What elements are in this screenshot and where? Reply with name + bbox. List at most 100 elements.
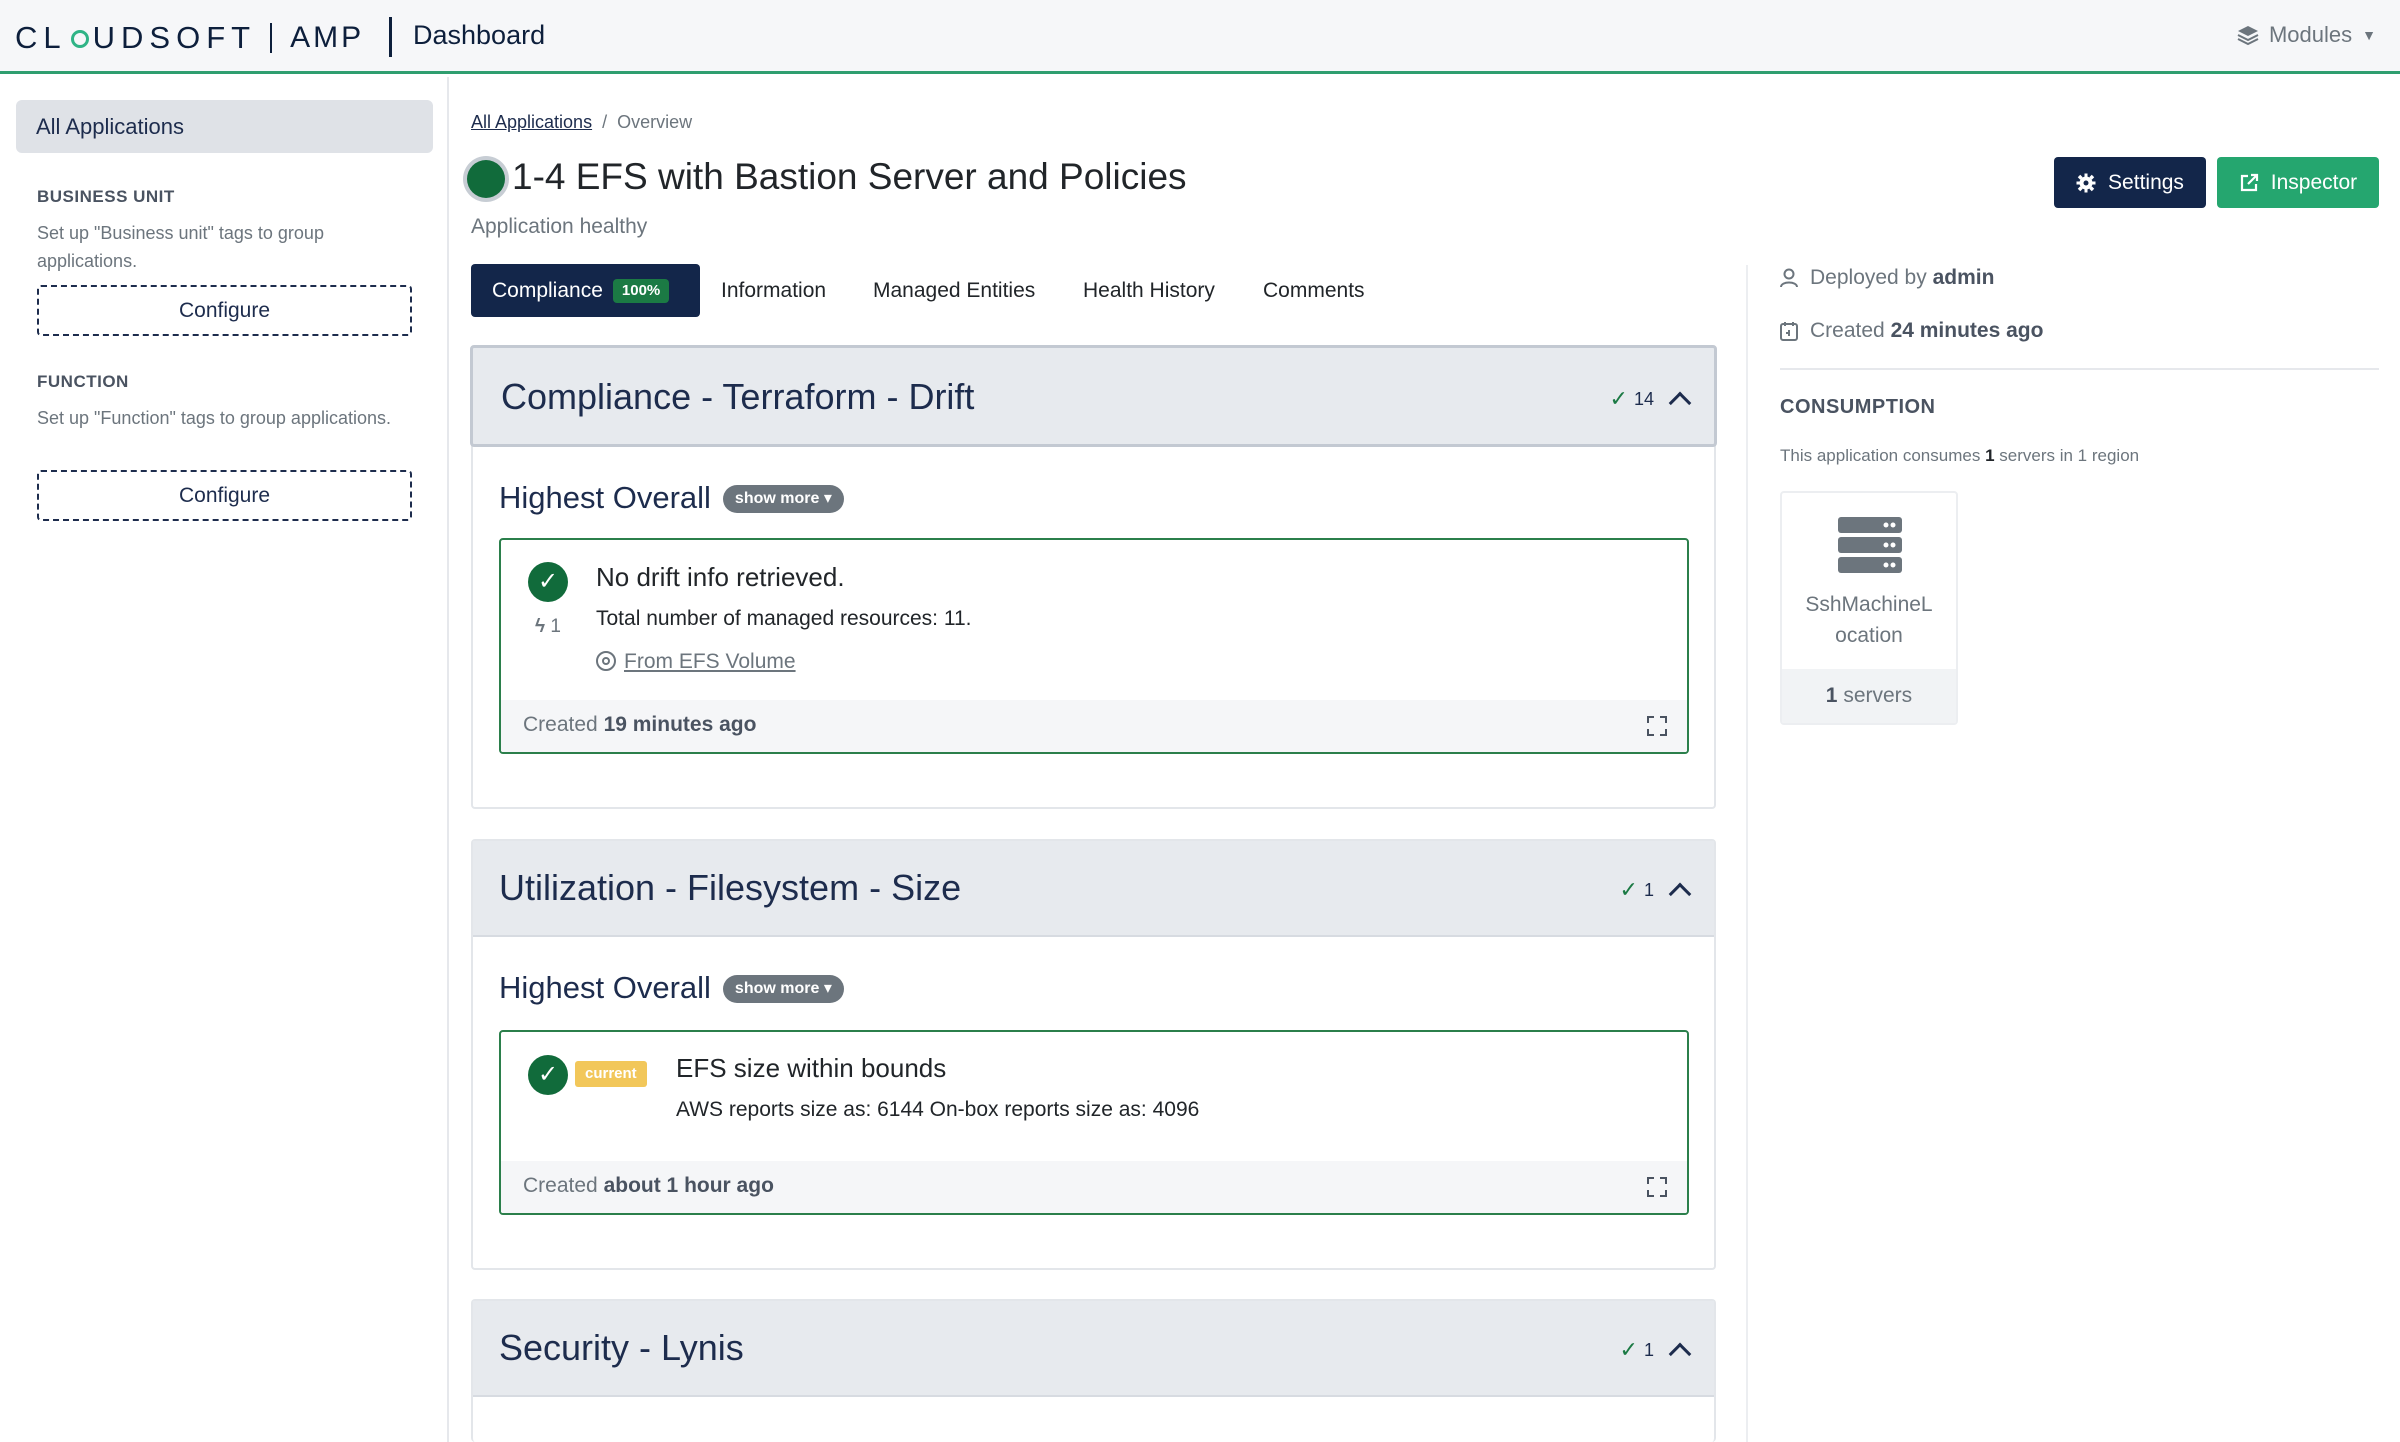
logo-product: AMP	[290, 21, 365, 54]
show-more-button[interactable]: show more ▾	[722, 485, 844, 513]
tab-compliance[interactable]: Compliance 100%	[471, 264, 700, 317]
event-count-value: 1	[550, 616, 561, 637]
status-indicator	[467, 160, 505, 198]
created-time: Created 24 minutes ago	[1780, 319, 2043, 343]
tab-comments[interactable]: Comments	[1263, 264, 1365, 317]
deployed-by-user: admin	[1932, 266, 1995, 289]
settings-label: Settings	[2108, 170, 2184, 194]
bolt-icon: ϟ	[535, 616, 546, 637]
panel-header[interactable]: Utilization - Filesystem - Size ✓ 1	[473, 841, 1714, 937]
inspector-button[interactable]: Inspector	[2217, 157, 2379, 208]
modules-dropdown[interactable]: Modules ▼	[2237, 22, 2376, 48]
card-text: AWS reports size as: 6144 On-box reports…	[676, 1098, 1200, 1121]
tab-compliance-label: Compliance	[492, 279, 603, 302]
card-footer: Created about 1 hour ago	[501, 1161, 1687, 1213]
function-description: Set up "Function" tags to group applicat…	[37, 408, 391, 428]
card-title: EFS size within bounds	[676, 1053, 947, 1083]
location-card[interactable]: SshMachineL ocation 1 servers	[1780, 491, 1958, 725]
tab-health-history[interactable]: Health History	[1083, 264, 1215, 317]
page-title: 1-4 EFS with Bastion Server and Policies	[512, 156, 1187, 197]
app-status-text: Application healthy	[471, 215, 648, 238]
top-bar: CL UDSOFT AMP Dashboard Modules ▼	[0, 0, 2400, 74]
panel-count: ✓ 1	[1619, 1337, 1692, 1366]
location-servers: 1 servers	[1782, 669, 1956, 723]
tab-managed-entities[interactable]: Managed Entities	[873, 264, 1035, 317]
configure-function-button[interactable]: Configure	[37, 470, 412, 521]
inspector-label: Inspector	[2270, 170, 2358, 194]
current-badge: current	[575, 1061, 647, 1087]
drift-card: ✓ ϟ 1 No drift info retrieved. Total num…	[499, 538, 1689, 754]
consumption-post: servers in 1 region	[1999, 446, 2140, 465]
created-prefix: Created	[1810, 319, 1885, 342]
created-value: 19 minutes ago	[603, 713, 757, 736]
panel-count-value: 1	[1643, 1339, 1654, 1360]
chevron-up-icon[interactable]	[1668, 1342, 1692, 1366]
security-lynis-panel: Security - Lynis ✓ 1	[471, 1299, 1716, 1442]
breadcrumb: All Applications / Overview	[471, 112, 692, 133]
location-name-line-2: ocation	[1835, 624, 1903, 647]
card-title: No drift info retrieved.	[596, 562, 845, 592]
check-icon: ✓	[1619, 1337, 1638, 1362]
panel-title: Security - Lynis	[499, 1327, 744, 1368]
created-prefix: Created	[523, 1174, 598, 1197]
show-more-label: show more	[734, 980, 820, 997]
logo-separator	[270, 23, 273, 53]
panel-title: Compliance - Terraform - Drift	[501, 376, 975, 417]
configure-business-unit-button[interactable]: Configure	[37, 285, 412, 336]
check-circle-icon: ✓	[528, 1055, 568, 1095]
target-icon	[596, 651, 616, 671]
tab-information[interactable]: Information	[721, 264, 826, 317]
header-divider	[389, 17, 392, 57]
breadcrumb-current: Overview	[617, 112, 693, 132]
cloudsoft-amp-logo[interactable]: CL UDSOFT AMP	[15, 18, 364, 58]
settings-button[interactable]: Settings	[2054, 157, 2206, 208]
show-more-button[interactable]: show more ▾	[722, 975, 844, 1003]
consumption-heading: CONSUMPTION	[1780, 396, 1936, 418]
panel-header[interactable]: Security - Lynis ✓ 1	[473, 1301, 1714, 1397]
event-count: ϟ 1	[535, 616, 561, 638]
subsection-heading-text: Highest Overall	[499, 970, 711, 1005]
subsection-heading-text: Highest Overall	[499, 480, 711, 515]
chevron-up-icon[interactable]	[1668, 882, 1692, 906]
business-unit-description: Set up "Business unit" tags to group app…	[37, 223, 324, 271]
deployed-by: Deployed by admin	[1780, 266, 1994, 290]
panel-count-value: 14	[1633, 388, 1654, 409]
location-name-line-1: SshMachineL	[1805, 593, 1933, 616]
check-icon: ✓	[1609, 386, 1628, 411]
consumption-count: 1	[1985, 446, 1995, 465]
created-prefix: Created	[523, 713, 598, 736]
panel-title: Utilization - Filesystem - Size	[499, 867, 962, 908]
consumption-pre: This application consumes	[1780, 446, 1981, 465]
created-value: about 1 hour ago	[603, 1174, 774, 1197]
check-icon: ✓	[1619, 877, 1638, 902]
card-text: Total number of managed resources: 11.	[596, 607, 972, 630]
deployed-prefix: Deployed by	[1810, 266, 1927, 289]
expand-icon[interactable]	[1647, 1177, 1667, 1197]
utilization-filesystem-panel: Utilization - Filesystem - Size ✓ 1 High…	[471, 839, 1716, 1270]
details-separator	[1780, 368, 2379, 370]
breadcrumb-all-applications[interactable]: All Applications	[471, 112, 592, 132]
layers-icon	[2237, 26, 2259, 46]
chevron-up-icon[interactable]	[1668, 391, 1692, 415]
consumption-text: This application consumes 1 servers in 1…	[1780, 446, 2139, 466]
panel-header[interactable]: Compliance - Terraform - Drift ✓ 14	[470, 345, 1717, 447]
modules-label: Modules	[2268, 22, 2353, 47]
logo-ring-icon	[70, 30, 89, 48]
breadcrumb-separator: /	[602, 112, 608, 132]
show-more-label: show more	[734, 490, 820, 507]
check-circle-icon: ✓	[528, 562, 568, 602]
user-icon	[1780, 268, 1798, 288]
location-servers-suffix: servers	[1843, 684, 1913, 707]
subsection-heading: Highest Overall show more ▾	[499, 970, 844, 1006]
gear-icon	[2076, 173, 2096, 192]
sidebar-item-all-applications[interactable]: All Applications	[16, 100, 433, 153]
logo-text-right: UDSOFT	[92, 20, 257, 55]
external-link-icon	[2240, 173, 2258, 191]
details-divider	[1746, 265, 1748, 1442]
source-link[interactable]: From EFS Volume	[624, 650, 796, 673]
created-value: 24 minutes ago	[1890, 319, 2044, 342]
server-icon	[1838, 517, 1902, 573]
expand-icon[interactable]	[1647, 716, 1667, 736]
location-name: SshMachineL ocation	[1782, 589, 1956, 651]
source-link-row: From EFS Volume	[596, 650, 796, 674]
